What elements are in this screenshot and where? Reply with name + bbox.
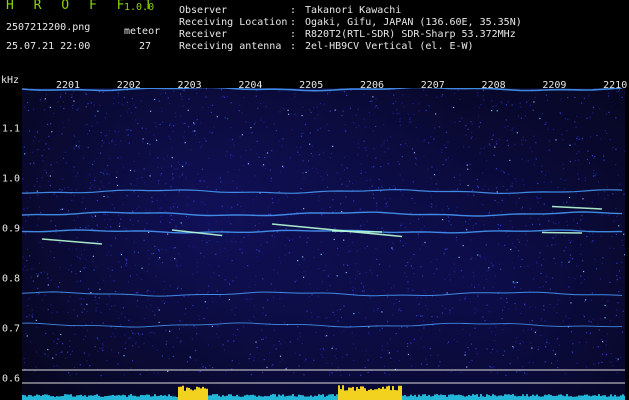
app-version: 1.0.0: [124, 2, 155, 13]
spectrogram-plot: [22, 88, 625, 400]
spectrogram-svg: [22, 88, 625, 400]
noise-layer: [22, 88, 625, 377]
y-tick-label: 0.6: [2, 373, 21, 385]
meteor-label: meteor: [124, 26, 161, 37]
meteor-echo: [331, 230, 383, 233]
antenna-label: Receiving antenna: [179, 41, 282, 52]
y-tick-label: 0.7: [2, 323, 21, 335]
y-tick-label: 1.0: [2, 173, 21, 185]
receiver-value: R820T2(RTL-SDR) SDR-Sharp 53.372MHz: [305, 29, 516, 40]
receiver-label: Receiver: [179, 29, 228, 40]
antenna-colon: :: [290, 41, 297, 52]
y-tick-label: 1.1: [2, 123, 21, 135]
frequency-trace: [22, 229, 623, 234]
receiver-colon: :: [290, 29, 297, 40]
antenna-value: 2el-HB9CV Vertical (el. E-W): [305, 41, 474, 52]
location-value: Ogaki, Gifu, JAPAN (136.60E, 35.35N): [305, 17, 522, 28]
frequency-trace: [22, 322, 623, 328]
hrofft-window: H R O F F T 1.0.0 2507212200.png meteor …: [0, 0, 629, 400]
datetime: 25.07.21 22:00: [6, 41, 91, 52]
y-unit-label: kHz: [1, 75, 20, 86]
observer-label: Observer: [179, 5, 228, 16]
meteor-echo: [541, 231, 583, 234]
meteor-count: 27: [139, 41, 152, 52]
y-tick-label: 0.9: [2, 223, 21, 235]
observer-colon: :: [290, 5, 297, 16]
location-colon: :: [290, 17, 297, 28]
location-label: Receiving Location: [179, 17, 288, 28]
y-tick-label: 0.8: [2, 273, 21, 285]
filename: 2507212200.png: [6, 22, 91, 33]
meteor-echo: [551, 205, 603, 210]
activity-bar: [22, 385, 625, 400]
meteor-echo: [41, 238, 103, 245]
observer-value: Takanori Kawachi: [305, 5, 402, 16]
frequency-trace: [22, 291, 623, 297]
